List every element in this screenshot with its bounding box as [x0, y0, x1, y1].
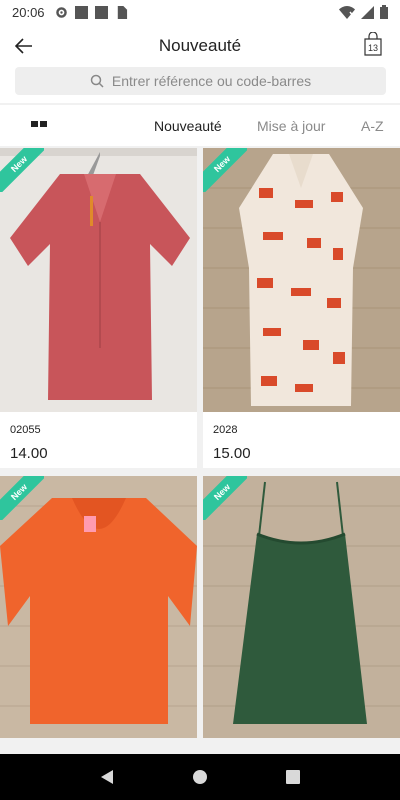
- status-right: [339, 5, 388, 19]
- recents-square-icon: [286, 770, 301, 784]
- nav-home-button[interactable]: [188, 765, 212, 789]
- grid-view-icon: [31, 121, 38, 127]
- product-image[interactable]: New: [203, 476, 400, 738]
- system-nav-bar: [0, 754, 400, 800]
- sim-card-icon: [117, 5, 127, 19]
- arrow-left-icon: [15, 38, 32, 54]
- product-price: 14.00: [10, 445, 48, 462]
- new-badge: New: [203, 476, 247, 520]
- divider: [0, 103, 400, 105]
- tab-mise-a-jour[interactable]: Mise à jour: [257, 118, 325, 134]
- product-image[interactable]: New: [0, 476, 197, 738]
- product-reference: 2028: [213, 424, 238, 436]
- search-icon: [90, 74, 104, 88]
- notification-square-icon: [74, 5, 88, 19]
- page-title: Nouveauté: [158, 36, 242, 55]
- nav-back-button[interactable]: [95, 765, 119, 789]
- new-badge: New: [203, 148, 247, 192]
- grid-view-toggle[interactable]: [31, 121, 47, 129]
- product-image[interactable]: New: [0, 148, 197, 412]
- notification-square-icon: [94, 5, 108, 19]
- back-button[interactable]: [10, 32, 38, 60]
- search-placeholder: Entrer référence ou code-barres: [111, 73, 312, 89]
- gear-icon: [55, 6, 67, 18]
- nav-recents-button[interactable]: [281, 765, 305, 789]
- status-time: 20:06: [12, 4, 45, 20]
- app-screen: 20:06 Nouveauté 13 Entrer référence ou c…: [0, 0, 400, 800]
- product-image[interactable]: New: [203, 148, 400, 412]
- signal-icon: [361, 5, 374, 19]
- product-card[interactable]: New 2028 15.00: [203, 148, 400, 468]
- new-badge: New: [0, 148, 44, 192]
- app-bar: Nouveauté 13: [0, 24, 400, 68]
- grid-view-icon: [40, 121, 47, 127]
- cart-button[interactable]: 13: [364, 31, 388, 60]
- status-bar: 20:06: [0, 0, 400, 24]
- sort-bar: Nouveauté Mise à jour A-Z: [0, 106, 400, 146]
- new-badge: New: [0, 476, 44, 520]
- back-triangle-icon: [100, 770, 113, 784]
- cart-count: 13: [367, 43, 378, 53]
- product-card[interactable]: New: [0, 476, 197, 738]
- product-reference: 02055: [10, 424, 41, 436]
- home-circle-icon: [192, 770, 207, 784]
- tab-a-z[interactable]: A-Z: [361, 118, 384, 134]
- wifi-off-icon: [339, 5, 355, 19]
- battery-icon: [380, 5, 388, 19]
- product-price: 15.00: [213, 445, 251, 462]
- product-card[interactable]: New 02055 14.00: [0, 148, 197, 468]
- tab-nouveaute[interactable]: Nouveauté: [154, 118, 222, 134]
- product-card[interactable]: New: [203, 476, 400, 738]
- search-input[interactable]: Entrer référence ou code-barres: [15, 67, 386, 95]
